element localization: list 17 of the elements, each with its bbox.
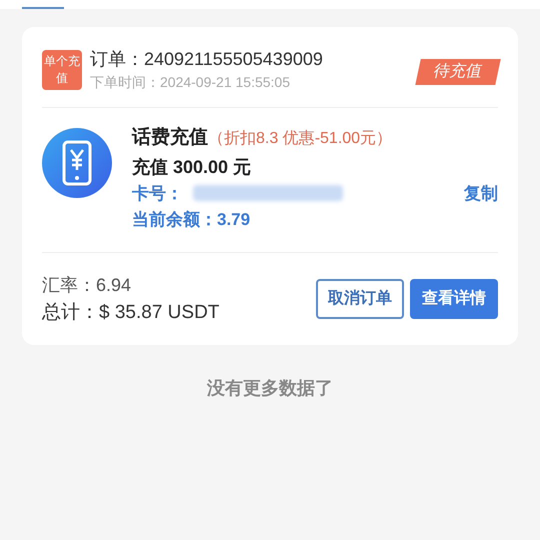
card-number-label: 卡号： xyxy=(132,182,183,204)
total-amount: 总计：$ 35.87 USDT xyxy=(42,301,220,325)
exchange-rate: 汇率：6.94 xyxy=(42,274,132,297)
product-name: 话费充值 xyxy=(132,126,208,150)
status-tag: 待充值 xyxy=(415,59,501,85)
cancel-order-button[interactable]: 取消订单 xyxy=(316,279,404,319)
end-of-list-text: 没有更多数据了 xyxy=(206,377,334,400)
active-tab-indicator xyxy=(22,7,64,9)
details-button[interactable]: 查看详情 xyxy=(410,279,498,319)
recharge-amount: 充值 300.00 元 xyxy=(132,156,252,178)
copy-button[interactable]: 复制 xyxy=(464,180,498,206)
discount-text: （折扣8.3 优惠-51.00元） xyxy=(208,128,392,149)
order-number: 订单：240921155505439009 xyxy=(90,48,324,71)
order-time: 下单时间：2024-09-21 15:55:05 xyxy=(90,73,291,92)
current-balance: 当前余额：3.79 xyxy=(132,209,252,231)
phone-yen-icon xyxy=(42,128,112,198)
type-badge: 单个充值 xyxy=(42,50,82,90)
